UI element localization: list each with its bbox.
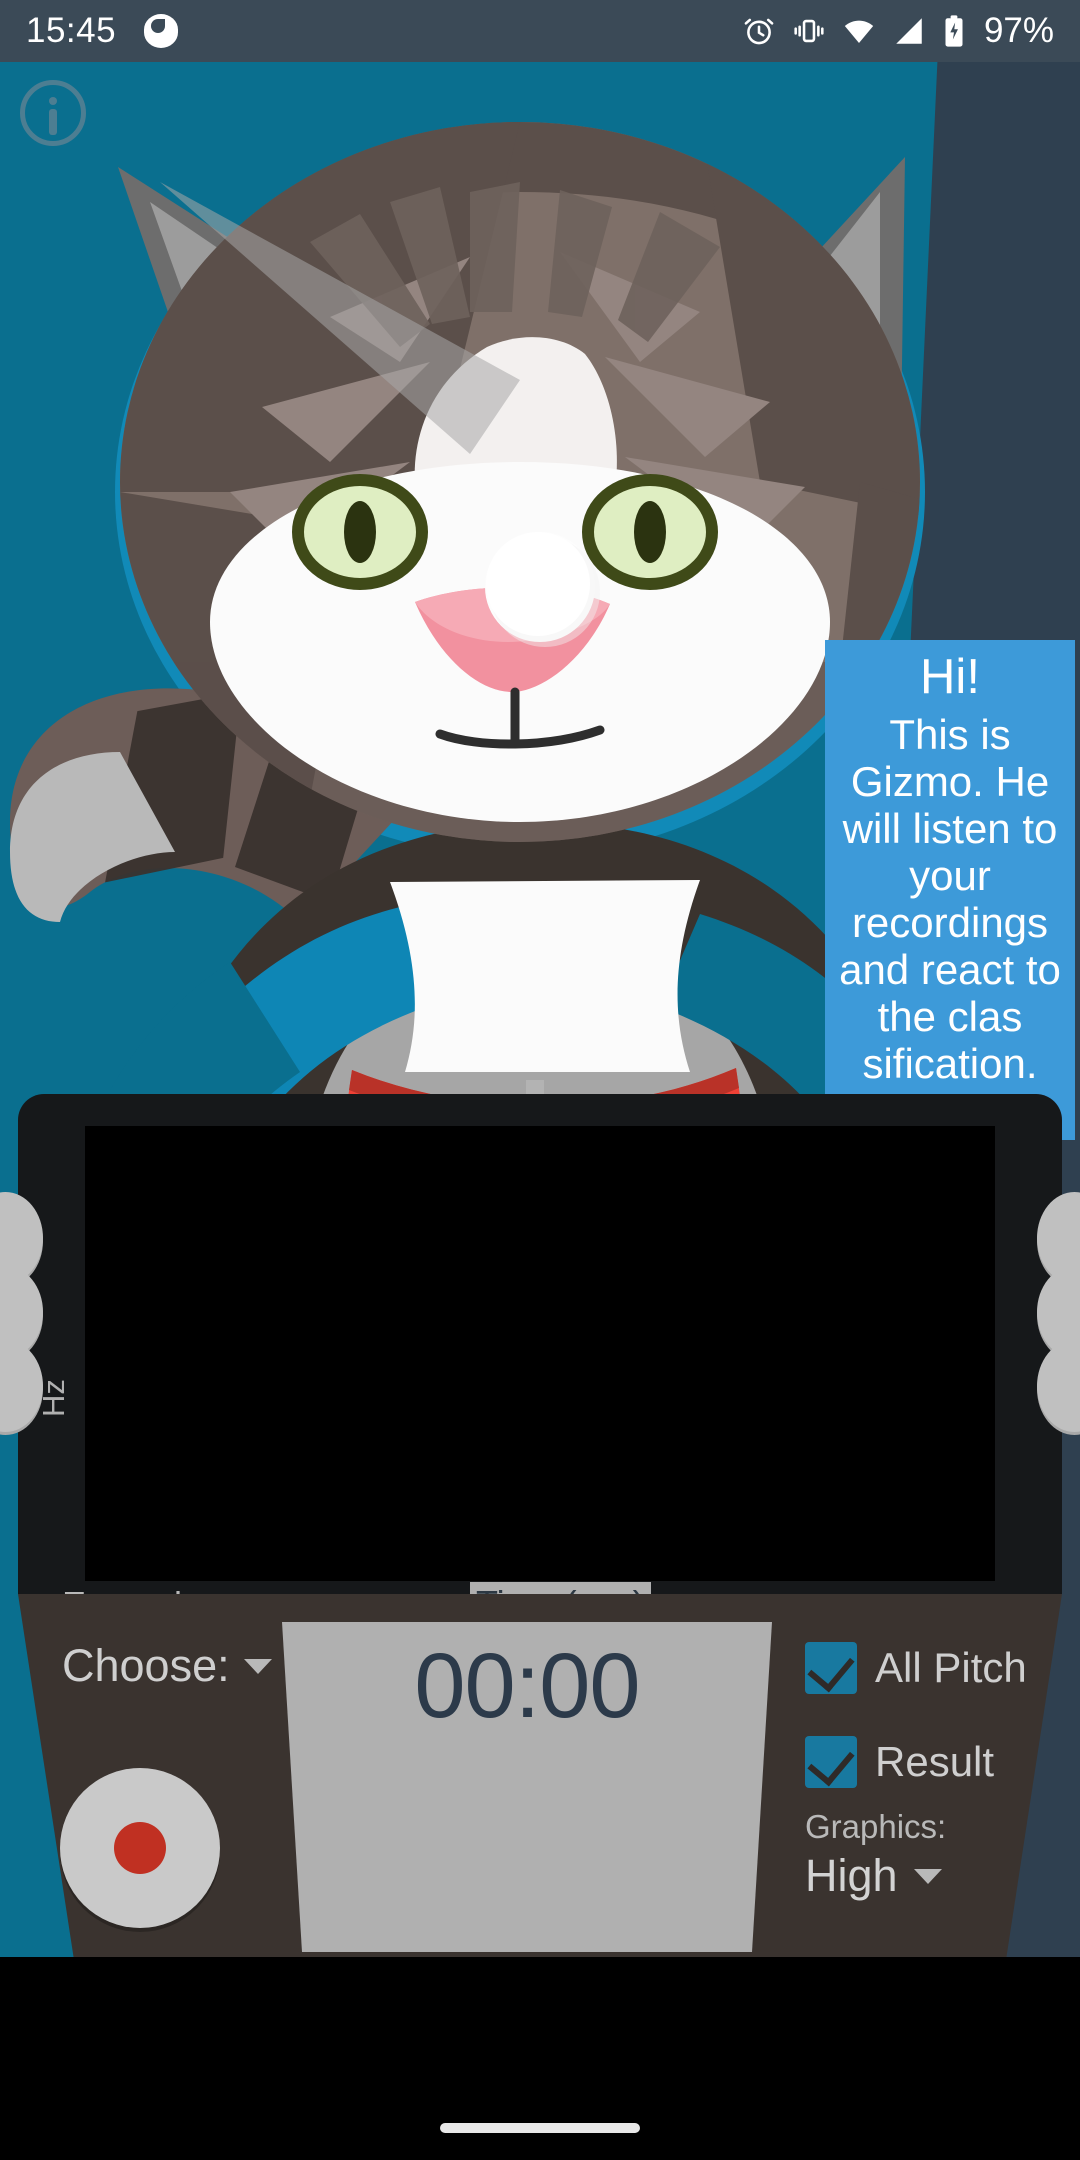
cat-paw-right: [1005, 1192, 1080, 1432]
record-button[interactable]: [60, 1768, 220, 1928]
checkbox-checked-icon: [805, 1642, 857, 1694]
graphics-setting: Graphics: High: [805, 1808, 946, 1902]
vibrate-icon: [794, 19, 824, 43]
timer-display: 00:00: [414, 1635, 640, 1737]
cellular-signal-icon: [896, 18, 922, 44]
graphics-label: Graphics:: [805, 1808, 947, 1845]
options-checkbox-group: All Pitch Result: [805, 1642, 1027, 1830]
alarm-icon: [744, 18, 774, 45]
record-icon: [114, 1822, 166, 1874]
app-notification-icon: [144, 14, 179, 48]
examples-dropdown-label: Choose:: [62, 1640, 230, 1691]
chevron-down-icon: [913, 1868, 942, 1884]
battery-percent-label: 97%: [983, 11, 1054, 50]
checkbox-checked-icon: [805, 1736, 857, 1788]
checkbox-result[interactable]: Result: [805, 1736, 1027, 1788]
phone-screen: 15:45 97% Hi! This is Gizmo. He will lis…: [0, 0, 1080, 2160]
status-bar-icons: 97%: [742, 11, 1054, 51]
wifi-icon: [844, 20, 874, 44]
graphics-dropdown[interactable]: High: [805, 1850, 946, 1902]
graphics-value: High: [805, 1850, 898, 1901]
cat-paw-left: [0, 1192, 75, 1432]
battery-charging-icon: [945, 15, 963, 47]
home-indicator[interactable]: [440, 2123, 640, 2133]
chevron-down-icon: [243, 1658, 272, 1674]
speech-bubble-greeting: Hi!: [920, 650, 980, 704]
examples-dropdown[interactable]: Choose:: [62, 1640, 272, 1692]
speech-bubble: Hi! This is Gizmo. He will listen to you…: [825, 640, 1075, 1140]
status-bar: 15:45 97%: [0, 0, 1080, 62]
checkbox-result-label: Result: [875, 1738, 995, 1785]
system-navigation-bar: [0, 1957, 1080, 2160]
timer-panel: 00:00: [282, 1622, 772, 1952]
checkbox-all-pitch[interactable]: All Pitch: [805, 1642, 1027, 1694]
speech-bubble-text: This is Gizmo. He will listen to your re…: [839, 710, 1061, 1088]
spectrogram-screen[interactable]: [85, 1126, 995, 1581]
status-bar-clock: 15:45: [26, 11, 117, 50]
checkbox-all-pitch-label: All Pitch: [875, 1644, 1027, 1691]
